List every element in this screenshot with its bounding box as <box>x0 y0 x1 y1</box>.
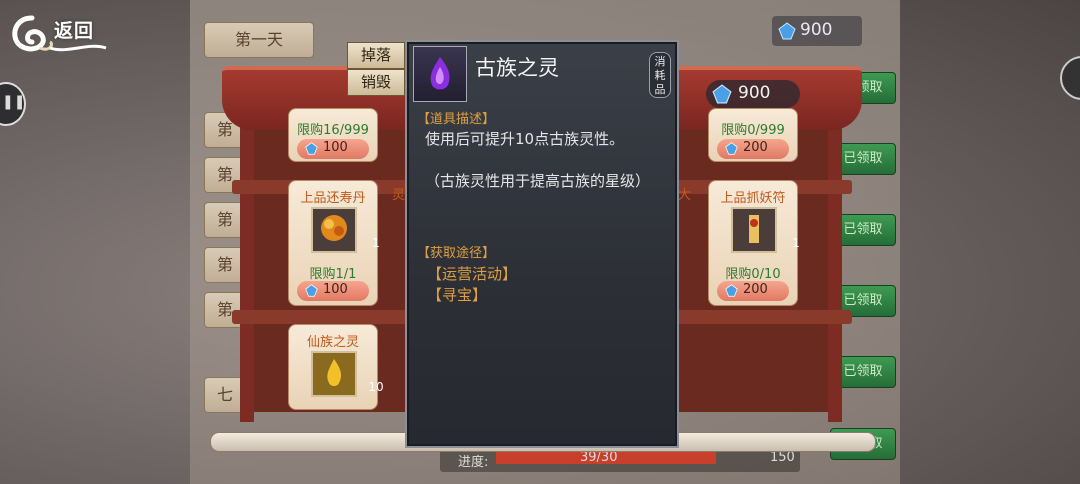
pause-icon: ❚❚ <box>2 94 26 110</box>
shop-card[interactable]: 限购0/999 200 <box>708 108 798 162</box>
partial-item-name: 大 <box>678 188 692 203</box>
progress-label: 进度: <box>458 455 489 470</box>
progress-count: 150 <box>770 450 795 465</box>
shop-card[interactable]: 上品还寿丹 1 限购1/1 100 <box>288 180 380 306</box>
item-name: 上品还寿丹 <box>300 191 366 206</box>
purchase-limit: 限购0/10 <box>725 267 781 282</box>
description-line: （古族灵性用于提高古族的星级） <box>425 172 651 190</box>
flame-spirit-icon <box>327 359 342 386</box>
crystal-icon <box>725 284 738 297</box>
source-item: 【运营活动】 <box>427 265 518 283</box>
shop-currency: 900 <box>706 80 800 108</box>
item-slot: 1 <box>731 207 800 253</box>
tab-day-1[interactable]: 第一天 <box>204 22 314 58</box>
item-name: 上品抓妖符 <box>720 191 786 206</box>
crystal-icon <box>305 142 318 155</box>
left-post <box>240 102 254 422</box>
tab-label: 第一天 <box>234 30 283 49</box>
shop-card[interactable]: 限购16/999 100 <box>288 108 378 162</box>
item-type-tag: 消耗品 <box>649 52 671 98</box>
price-tag: 200 <box>717 139 789 159</box>
item-count: 1 <box>372 236 380 250</box>
back-button[interactable]: 返回 <box>10 8 107 56</box>
destroy-label: 销毁 <box>360 73 391 91</box>
price-tag: 200 <box>717 281 789 301</box>
crystal-icon <box>712 84 732 104</box>
crystal-icon <box>778 22 796 40</box>
partial-item-name: 灵 <box>392 188 406 203</box>
item-name: 仙族之灵 <box>306 335 359 350</box>
crystal-icon <box>725 142 738 155</box>
back-label: 返回 <box>54 20 95 42</box>
item-title: 古族之灵 <box>475 56 559 80</box>
elixir-pill-icon <box>321 215 347 241</box>
price-value: 200 <box>743 140 768 155</box>
purchase-limit: 限购0/999 <box>721 123 785 138</box>
drop-label: 掉落 <box>360 46 391 64</box>
progress-value: 39/30 <box>580 450 618 465</box>
source-header: 【获取途径】 <box>417 246 496 261</box>
shop-currency-value: 900 <box>738 83 771 103</box>
item-icon-frame <box>413 46 467 102</box>
price-tag: 100 <box>297 139 369 159</box>
source-item: 【寻宝】 <box>427 286 488 304</box>
shop-card[interactable]: 上品抓妖符 1 限购0/10 200 <box>708 180 800 306</box>
description-header: 【道具描述】 <box>417 112 496 127</box>
item-slot: 10 <box>311 351 384 397</box>
cloud-tail-icon <box>49 44 107 52</box>
destroy-button[interactable]: 销毁 <box>347 69 405 96</box>
item-tooltip: 古族之灵 消耗品 【道具描述】 使用后可提升10点古族灵性。 （古族灵性用于提高… <box>405 40 679 448</box>
purchase-limit: 限购16/999 <box>297 123 369 138</box>
price-value: 100 <box>323 282 348 297</box>
item-count: 1 <box>792 236 800 250</box>
purple-spirit-flame-icon <box>430 57 450 90</box>
top-currency: 900 <box>772 16 862 46</box>
price-tag: 100 <box>297 281 369 301</box>
drop-button[interactable]: 掉落 <box>347 42 405 69</box>
price-value: 200 <box>743 282 768 297</box>
description-line: 使用后可提升10点古族灵性。 <box>425 130 625 148</box>
purchase-limit: 限购1/1 <box>309 267 357 282</box>
item-slot: 1 <box>311 207 380 253</box>
crystal-icon <box>305 284 318 297</box>
price-value: 100 <box>323 140 348 155</box>
item-count: 10 <box>368 380 384 394</box>
top-currency-value: 900 <box>800 20 833 40</box>
shop-card[interactable]: 仙族之灵 10 <box>288 324 384 410</box>
right-post <box>828 102 842 422</box>
talisman-icon <box>749 215 759 243</box>
